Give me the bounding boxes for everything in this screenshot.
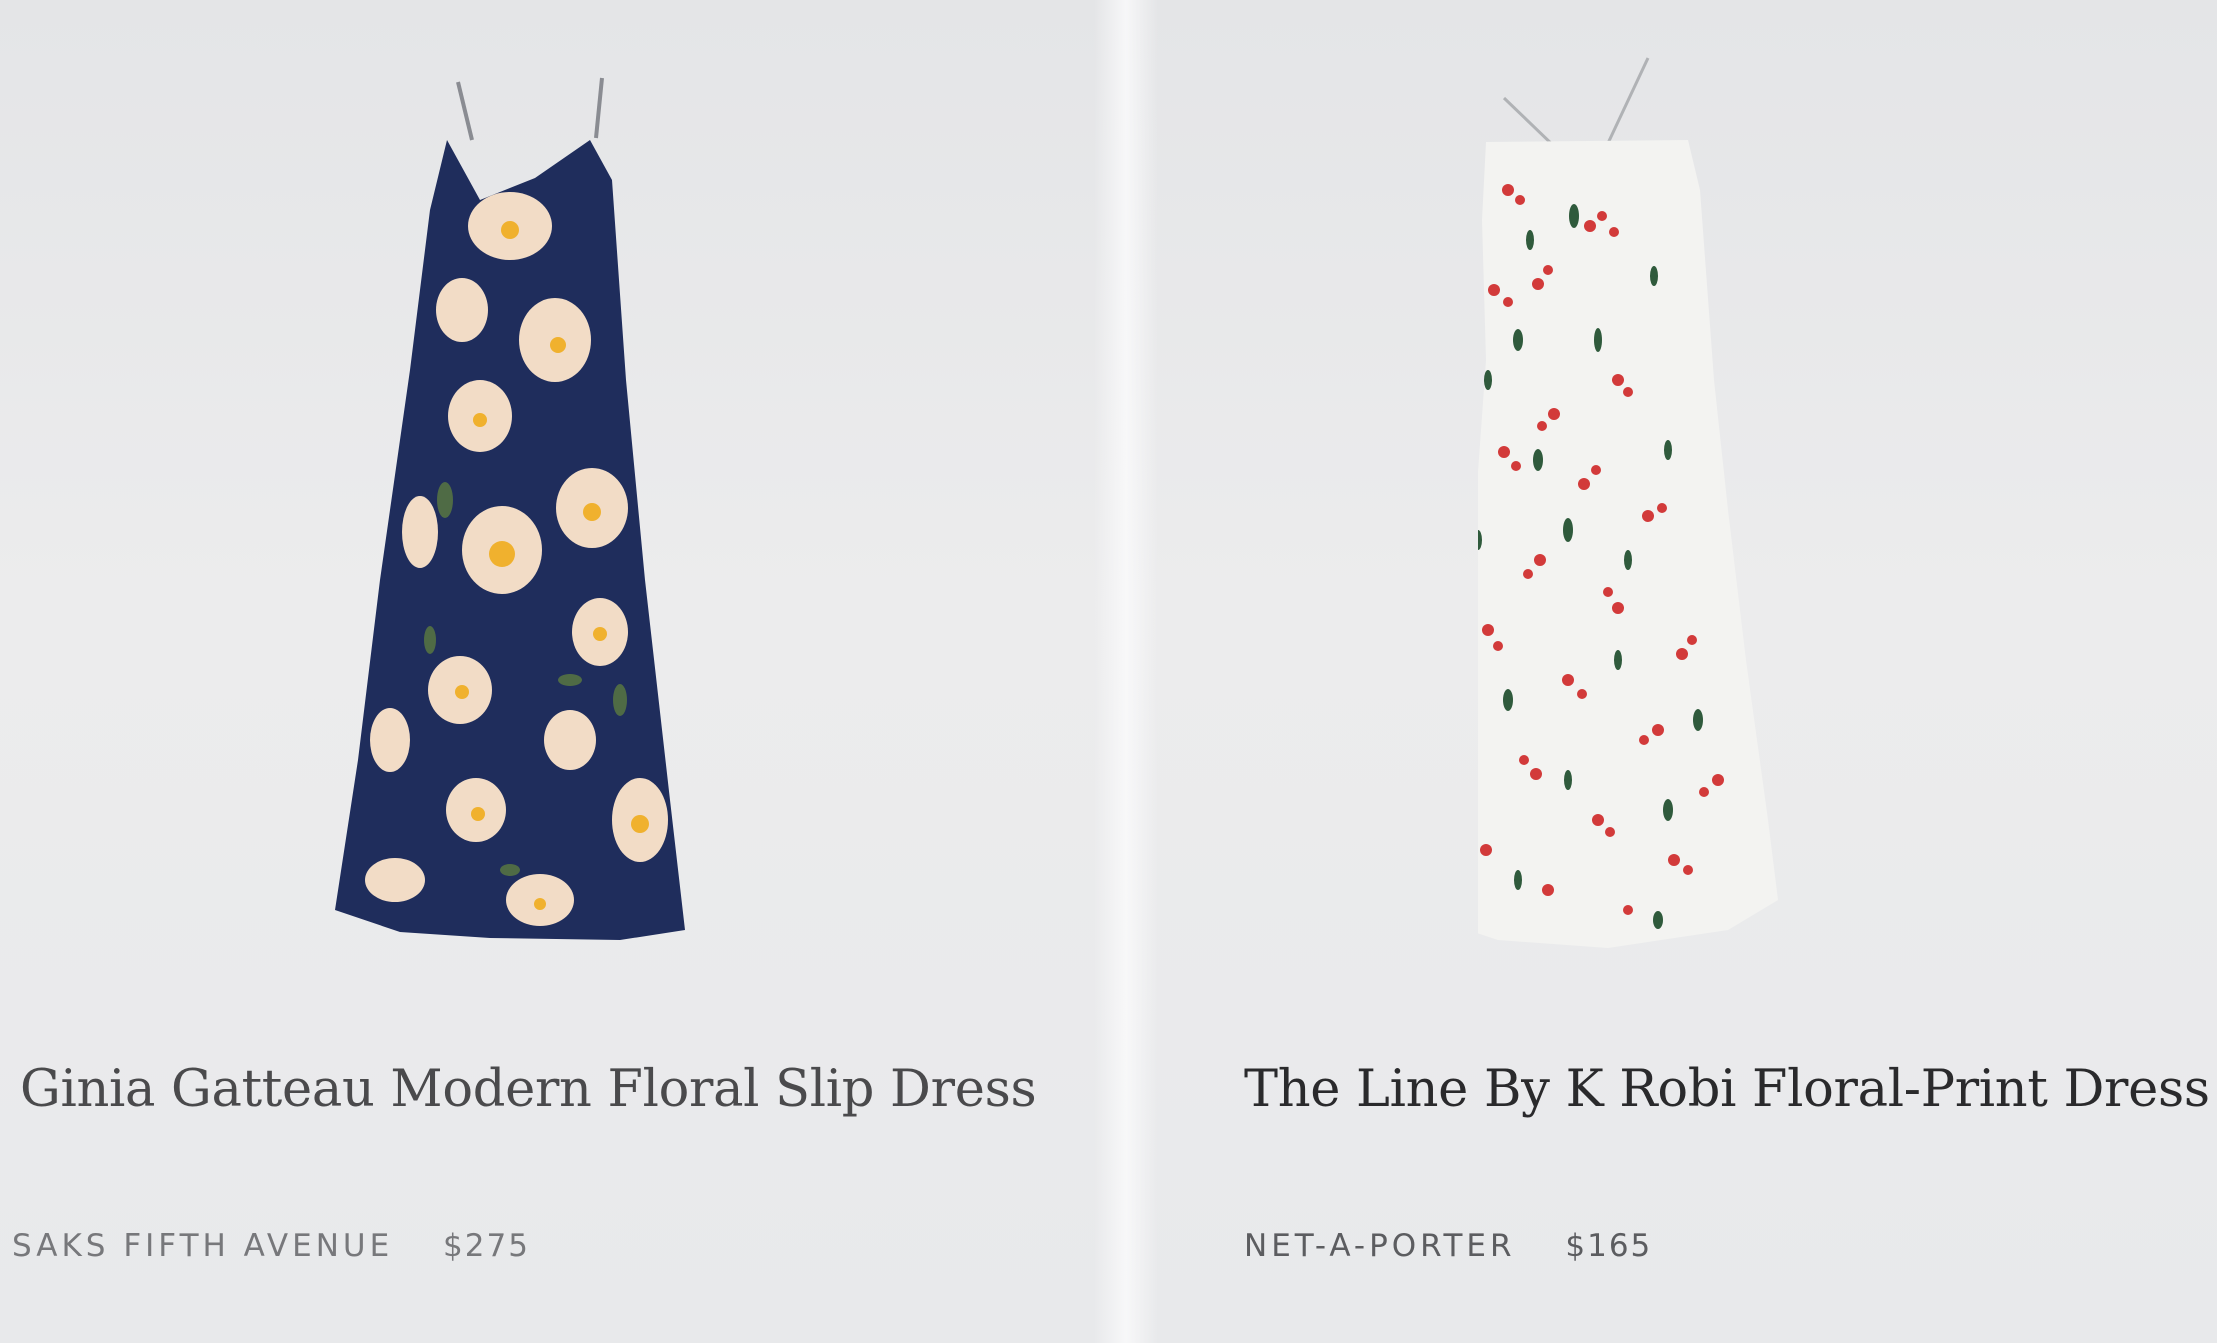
product-title[interactable]: The Line By K Robi Floral-Print Dress: [1244, 1060, 2210, 1119]
white-floral-print-dress-image: [1478, 57, 1778, 948]
product-price: $165: [1565, 1228, 1653, 1264]
product-card[interactable]: The Line By K Robi Floral-Print Dress NE…: [1158, 0, 2217, 1343]
product-grid: Ginia Gatteau Modern Floral Slip Dress S…: [0, 0, 2217, 1343]
product-meta: NET-A-PORTER $165: [1244, 1228, 1652, 1264]
retailer-name[interactable]: SAKS FIFTH AVENUE: [12, 1228, 393, 1264]
navy-floral-slip-dress-image: [335, 77, 685, 940]
product-image[interactable]: [240, 40, 800, 990]
product-image[interactable]: [1478, 40, 2038, 990]
product-title[interactable]: Ginia Gatteau Modern Floral Slip Dress: [20, 1060, 1037, 1119]
product-meta: SAKS FIFTH AVENUE $275: [12, 1228, 530, 1264]
product-price: $275: [443, 1228, 530, 1264]
column-divider: [1094, 0, 1158, 1343]
product-card[interactable]: Ginia Gatteau Modern Floral Slip Dress S…: [0, 0, 1094, 1343]
retailer-name[interactable]: NET-A-PORTER: [1244, 1228, 1516, 1264]
